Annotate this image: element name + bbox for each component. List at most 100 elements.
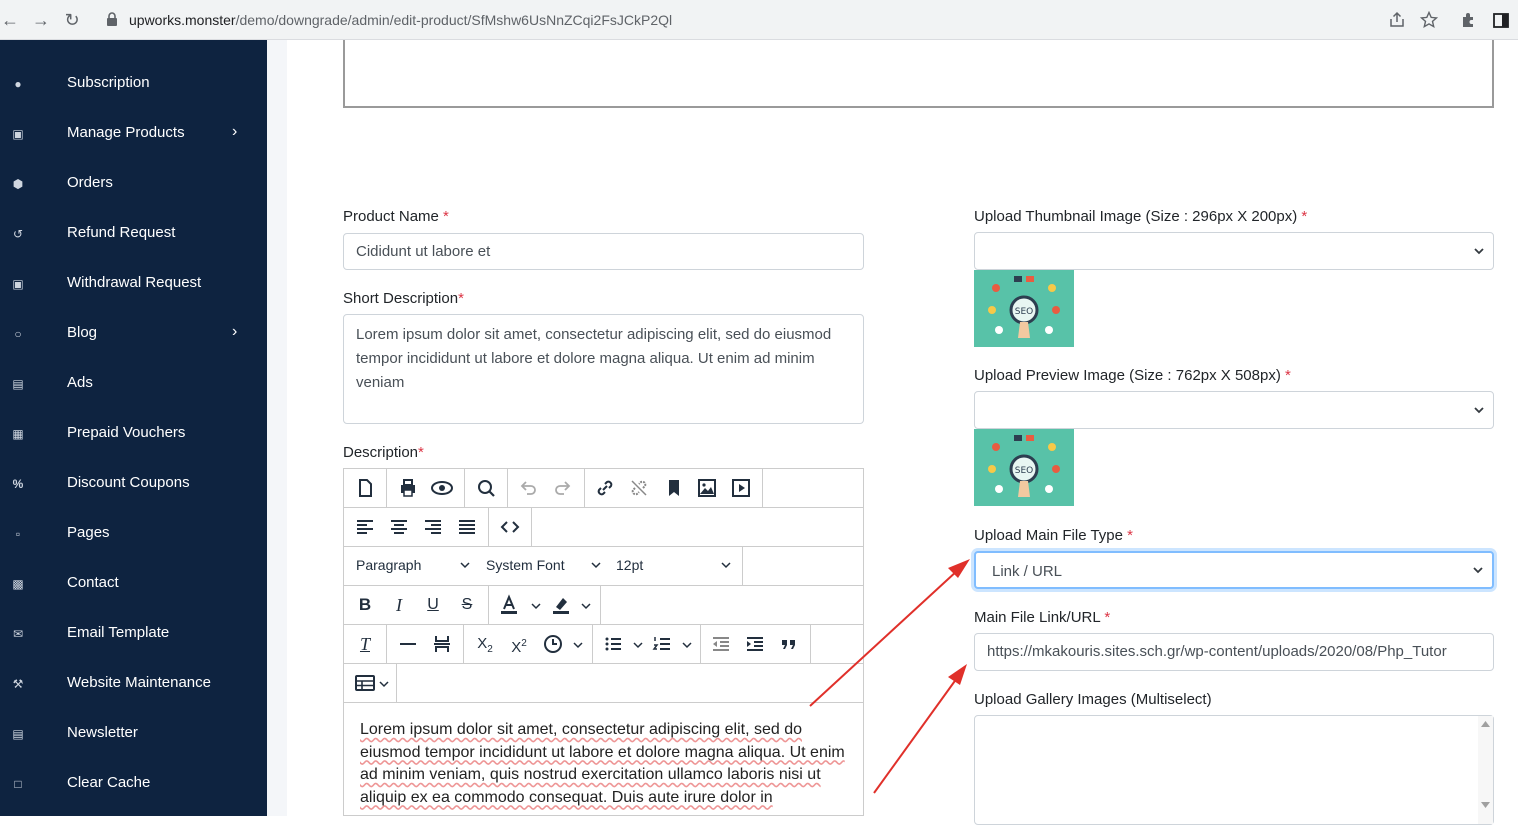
page-break-icon[interactable] xyxy=(429,632,455,656)
main-file-link-input[interactable]: https://mkakouris.sites.sch.gr/wp-conten… xyxy=(974,633,1494,671)
thumbnail-file-select[interactable] xyxy=(974,232,1494,270)
back-arrow-icon[interactable]: ← xyxy=(0,10,20,30)
sidebar-item-email-template[interactable]: ✉ Email Template xyxy=(0,609,267,659)
insert-datetime-icon[interactable] xyxy=(540,632,566,656)
short-description-textarea[interactable]: Lorem ipsum dolor sit amet, consectetur … xyxy=(343,314,864,424)
annotation-arrowhead-2 xyxy=(948,664,967,685)
outdent-icon[interactable] xyxy=(708,632,734,656)
blockquote-icon[interactable] xyxy=(776,632,802,656)
align-center-icon[interactable] xyxy=(386,515,412,539)
sidebar-item-website-maintenance[interactable]: ⚒ Website Maintenance xyxy=(0,659,267,709)
toolbar-separator xyxy=(507,469,508,507)
sidebar-item-withdrawal-request[interactable]: ▣ Withdrawal Request xyxy=(0,259,267,309)
bullet-list-icon[interactable] xyxy=(600,632,626,656)
clear-formatting-icon[interactable]: T xyxy=(352,632,378,656)
file-icon: ▫ xyxy=(15,527,21,541)
preview-file-select[interactable] xyxy=(974,391,1494,429)
thumbnail-preview-image: SEO xyxy=(974,270,1074,347)
chevron-right-icon: › xyxy=(232,123,238,140)
sidebar-item-clear-cache[interactable]: □ Clear Cache xyxy=(0,759,267,809)
previous-field-box[interactable] xyxy=(343,40,1494,108)
search-icon[interactable] xyxy=(473,476,499,500)
envelope-icon: ✉ xyxy=(12,627,24,641)
sidebar-item-contact[interactable]: ▩ Contact xyxy=(0,559,267,609)
annotation-arrow-2 xyxy=(873,677,958,794)
sidebar-item-pages[interactable]: ▫ Pages xyxy=(0,509,267,559)
sidebar-item-orders[interactable]: ⬢ Orders xyxy=(0,159,267,209)
editor-content[interactable]: Lorem ipsum dolor sit amet, consectetur … xyxy=(360,719,850,809)
toolbar-separator xyxy=(584,469,585,507)
chevron-down-icon xyxy=(573,642,583,649)
star-icon[interactable] xyxy=(1420,11,1438,29)
source-code-icon[interactable] xyxy=(497,515,523,539)
print-icon[interactable] xyxy=(395,476,421,500)
toolbar-separator xyxy=(386,625,387,663)
align-left-icon[interactable] xyxy=(352,515,378,539)
table-icon[interactable] xyxy=(352,671,378,695)
strikethrough-icon[interactable]: S xyxy=(454,593,480,617)
preview-eye-icon[interactable] xyxy=(429,476,455,500)
undo-icon[interactable] xyxy=(515,476,541,500)
seo-illustration-icon: SEO xyxy=(974,429,1074,506)
media-icon[interactable] xyxy=(728,476,754,500)
italic-icon[interactable]: I xyxy=(386,593,412,617)
user-icon: ● xyxy=(14,77,22,91)
toolbar-separator xyxy=(742,547,743,585)
product-name-input[interactable]: Cididunt ut labore et xyxy=(343,233,864,270)
underline-icon[interactable]: U xyxy=(420,593,446,617)
toolbar-separator xyxy=(386,469,387,507)
chevron-down-icon xyxy=(460,562,470,569)
toolbar-separator xyxy=(600,586,601,624)
numbered-list-icon[interactable] xyxy=(649,632,675,656)
reload-icon[interactable]: ↻ xyxy=(62,10,82,30)
sidebar-item-subscription[interactable]: ● Subscription xyxy=(0,59,267,109)
gallery-images-multiselect[interactable] xyxy=(974,715,1494,825)
sidebar-item-manage-products[interactable]: ▣ Manage Products › xyxy=(0,109,267,159)
subscript-icon[interactable]: X2 xyxy=(472,632,498,656)
align-right-icon[interactable] xyxy=(420,515,446,539)
sidebar-item-label: Ads xyxy=(67,374,93,391)
sidebar-item-blog[interactable]: ○ Blog › xyxy=(0,309,267,359)
toolbar-separator xyxy=(396,664,397,702)
align-justify-icon[interactable] xyxy=(454,515,480,539)
annotation-arrowhead-1 xyxy=(948,559,970,578)
sidebar-item-refund-request[interactable]: ↺ Refund Request xyxy=(0,209,267,259)
svg-text:SEO: SEO xyxy=(1015,307,1033,317)
percent-icon: % xyxy=(12,477,24,491)
sidebar-item-label: Website Maintenance xyxy=(67,674,211,691)
bold-icon[interactable]: B xyxy=(352,593,378,617)
forward-arrow-icon[interactable]: → xyxy=(31,10,51,30)
font-family-dropdown[interactable]: System Font xyxy=(486,557,565,573)
scroll-down-icon[interactable] xyxy=(1481,802,1490,808)
content-gutter xyxy=(267,40,287,816)
redo-icon[interactable] xyxy=(550,476,576,500)
address-bar[interactable]: upworks.monster/demo/downgrade/admin/edi… xyxy=(94,6,1454,34)
sidebar-item-prepaid-vouchers[interactable]: ▦ Prepaid Vouchers xyxy=(0,409,267,459)
scrollbar[interactable] xyxy=(1478,716,1493,824)
extensions-icon[interactable] xyxy=(1459,10,1479,30)
short-description-label: Short Description* xyxy=(343,290,464,307)
font-size-dropdown[interactable]: 12pt xyxy=(616,557,643,573)
main-file-type-select[interactable]: Link / URL xyxy=(974,551,1494,589)
sidebar-item-discount-coupons[interactable]: % Discount Coupons xyxy=(0,459,267,509)
sidepanel-icon[interactable] xyxy=(1491,10,1511,30)
indent-icon[interactable] xyxy=(742,632,768,656)
highlight-color-icon[interactable] xyxy=(548,593,574,617)
format-dropdown[interactable]: Paragraph xyxy=(356,557,421,573)
new-document-icon[interactable] xyxy=(352,476,378,500)
scroll-up-icon[interactable] xyxy=(1481,721,1490,727)
link-icon[interactable] xyxy=(592,476,618,500)
sidebar-item-newsletter[interactable]: ▤ Newsletter xyxy=(0,709,267,759)
unlink-icon[interactable] xyxy=(626,476,652,500)
horizontal-line-icon[interactable] xyxy=(395,632,421,656)
sidebar-item-ads[interactable]: ▤ Ads xyxy=(0,359,267,409)
superscript-icon[interactable]: X2 xyxy=(506,632,532,656)
image-icon[interactable] xyxy=(694,476,720,500)
sidebar-item-label: Manage Products xyxy=(67,124,185,141)
text-color-icon[interactable] xyxy=(496,593,522,617)
bookmark-icon[interactable] xyxy=(661,476,687,500)
share-icon[interactable] xyxy=(1388,11,1406,29)
chevron-down-icon xyxy=(379,681,389,688)
preview-image-thumbnail: SEO xyxy=(974,429,1074,506)
sidebar: ● Subscription ▣ Manage Products › ⬢ Ord… xyxy=(0,40,267,816)
